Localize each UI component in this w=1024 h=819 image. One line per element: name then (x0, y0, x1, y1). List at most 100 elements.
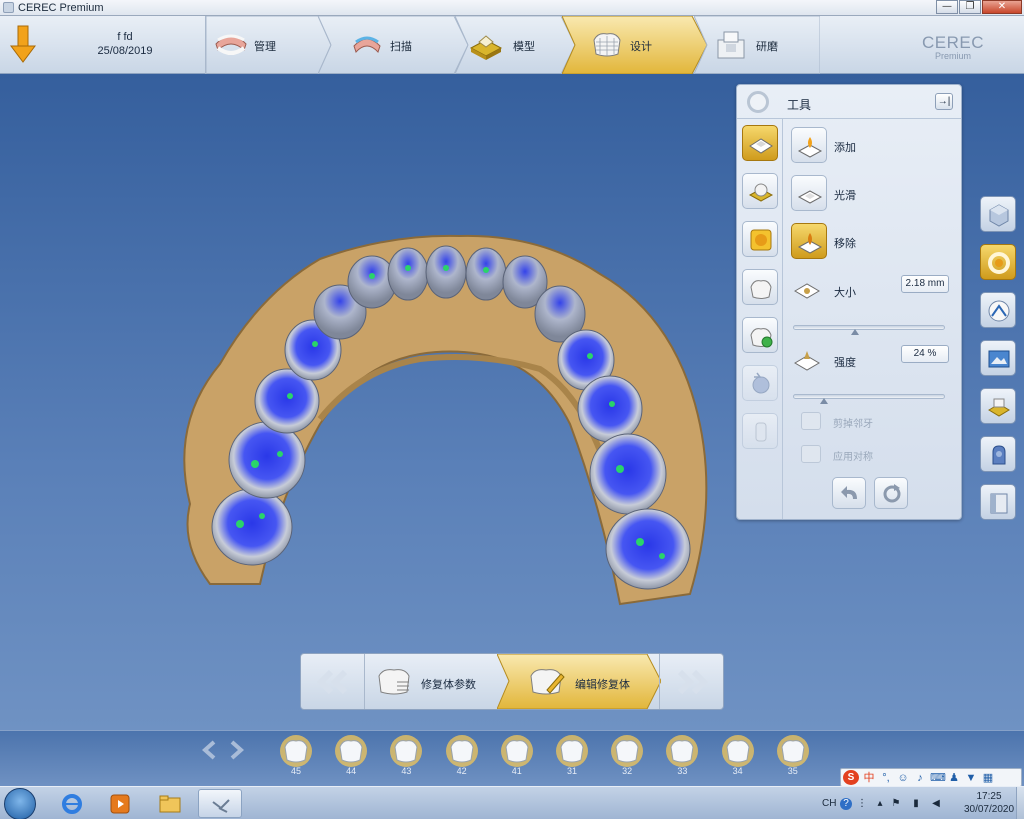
grid-menu-icon[interactable]: ▦ (981, 771, 995, 785)
tooth-42[interactable]: 42 (442, 731, 482, 781)
minimize-button[interactable]: — (936, 0, 958, 14)
tools-toggle-button[interactable] (980, 244, 1016, 280)
workflow-step-mill[interactable]: 研磨 (694, 16, 820, 74)
taskbar-app-explorer[interactable] (148, 789, 192, 818)
ime-dot-icon[interactable]: ⋮ (856, 798, 868, 810)
shape-tool-button[interactable] (742, 125, 778, 161)
analysis-button[interactable] (980, 292, 1016, 328)
mandible-3d-model[interactable] (150, 164, 750, 614)
help-icon[interactable]: ? (840, 798, 852, 810)
shirt-icon[interactable]: ▼ (964, 771, 978, 785)
ime-punctuation-toggle[interactable]: °, (879, 771, 893, 785)
restore-button[interactable]: ❐ (959, 0, 981, 14)
size-slider-thumb[interactable] (850, 329, 859, 335)
undo-button[interactable] (832, 477, 866, 509)
crown-tool-button[interactable] (742, 269, 778, 305)
taskbar-app-media[interactable] (98, 789, 142, 818)
tooth-number: 31 (566, 766, 577, 776)
checkbox-label: 剪掉邻牙 (833, 419, 873, 430)
tools-ring-icon (988, 252, 1010, 274)
phase-step-label: 修复体参数 (421, 679, 476, 691)
ime-mode-toggle[interactable]: 中 (862, 771, 876, 785)
keyboard-icon[interactable]: ⌨ (930, 771, 946, 785)
screenshot-button[interactable] (980, 340, 1016, 376)
tooth-34[interactable]: 34 (718, 731, 758, 781)
workflow-step-label: 设计 (630, 41, 652, 53)
tooth-33[interactable]: 33 (662, 731, 702, 781)
cut-tool-button[interactable] (742, 413, 778, 449)
taskbar-app-ie[interactable] (50, 789, 94, 818)
tooth-45[interactable]: 45 (276, 731, 316, 781)
checkbox-box[interactable] (801, 445, 821, 463)
start-button[interactable] (4, 788, 36, 819)
phase-step-edit[interactable]: 编辑修复体 (497, 654, 661, 709)
tooth-crown-icon (445, 735, 478, 767)
workflow-step-scan[interactable]: 扫描 (318, 16, 468, 74)
next-phase-button[interactable] (659, 654, 723, 709)
add-material-button[interactable] (791, 127, 827, 163)
crown-edit-icon (530, 669, 565, 695)
checkbox-label: 应用对称 (833, 452, 873, 463)
tooth-crown-icon (335, 735, 368, 767)
tooth-32[interactable]: 32 (607, 731, 647, 781)
tooth-35[interactable]: 35 (773, 731, 813, 781)
clock-date[interactable]: 30/07/2020 (958, 804, 1020, 815)
back-arrow-icon[interactable] (10, 24, 36, 64)
workflow-step-admin[interactable]: 管理 (206, 16, 331, 74)
tooth-nav-arrows-icon[interactable] (200, 739, 252, 761)
model-view-button[interactable] (980, 388, 1016, 424)
face-icon (992, 445, 1006, 465)
smiley-icon[interactable]: ☺ (896, 771, 910, 785)
flag-icon[interactable]: ⚑ (890, 798, 902, 810)
tooth-number: 45 (290, 766, 301, 776)
smooth-button[interactable] (791, 175, 827, 211)
check-tool-button[interactable] (742, 317, 778, 353)
close-button[interactable]: ✕ (982, 0, 1022, 14)
network-icon[interactable]: ▮ (910, 798, 922, 810)
export-button[interactable] (980, 484, 1016, 520)
reset-icon (883, 484, 901, 503)
tooth-31[interactable]: 31 (552, 731, 592, 781)
users-icon[interactable]: ♟ (947, 771, 961, 785)
ime-logo[interactable]: S (843, 770, 859, 785)
show-desktop-button[interactable] (1016, 787, 1024, 819)
strength-slider-thumb[interactable] (820, 398, 829, 404)
previous-phase-button[interactable] (301, 654, 365, 709)
show-hidden-icons-icon[interactable]: ▴ (874, 798, 886, 810)
size-value-field[interactable]: 2.18 mm (901, 275, 949, 293)
tooth-43[interactable]: 43 (386, 731, 426, 781)
phase-step-parameters[interactable]: 修复体参数 (365, 654, 505, 709)
microphone-icon[interactable]: ♪ (913, 771, 927, 785)
patient-face-button[interactable] (980, 436, 1016, 472)
volume-icon[interactable]: ◀ (930, 798, 942, 810)
clock-time[interactable]: 17:25 (958, 791, 1020, 802)
model-stack-icon (988, 398, 1010, 417)
strength-value-field[interactable]: 24 % (901, 345, 949, 363)
smooth-icon (797, 190, 823, 204)
view-cube-button[interactable] (980, 196, 1016, 232)
layers-tool-button[interactable] (742, 173, 778, 209)
strength-label: 强度 (834, 357, 856, 369)
reset-button[interactable] (874, 477, 908, 509)
ime-toolbar: S 中 °, ☺ ♪ ⌨ ♟ ▼ ▦ (840, 768, 1022, 787)
pin-panel-button[interactable]: →| (935, 93, 953, 110)
tooth-41[interactable]: 41 (497, 731, 537, 781)
double-chevron-left-icon (316, 669, 348, 695)
tooth-crown-icon (721, 735, 754, 767)
workflow-step-design[interactable]: 设计 (562, 16, 707, 74)
double-chevron-right-icon (677, 669, 709, 695)
tooth-44[interactable]: 44 (331, 731, 371, 781)
input-language[interactable]: CH (822, 798, 836, 809)
layers-tool-icon (748, 183, 774, 202)
tool-option-label: 添加 (834, 142, 856, 154)
checkbox-box[interactable] (801, 412, 821, 430)
strength-slider[interactable] (793, 394, 945, 404)
remove-material-button[interactable] (791, 223, 827, 259)
workflow-step-model[interactable]: 模型 (455, 16, 575, 74)
rotate-tool-button[interactable] (742, 365, 778, 401)
tooth-crown-icon (390, 735, 423, 767)
crown-parameters-icon (378, 669, 410, 695)
taskbar-app-cerec[interactable] (198, 789, 242, 818)
morph-tool-button[interactable] (742, 221, 778, 257)
size-slider[interactable] (793, 325, 945, 335)
